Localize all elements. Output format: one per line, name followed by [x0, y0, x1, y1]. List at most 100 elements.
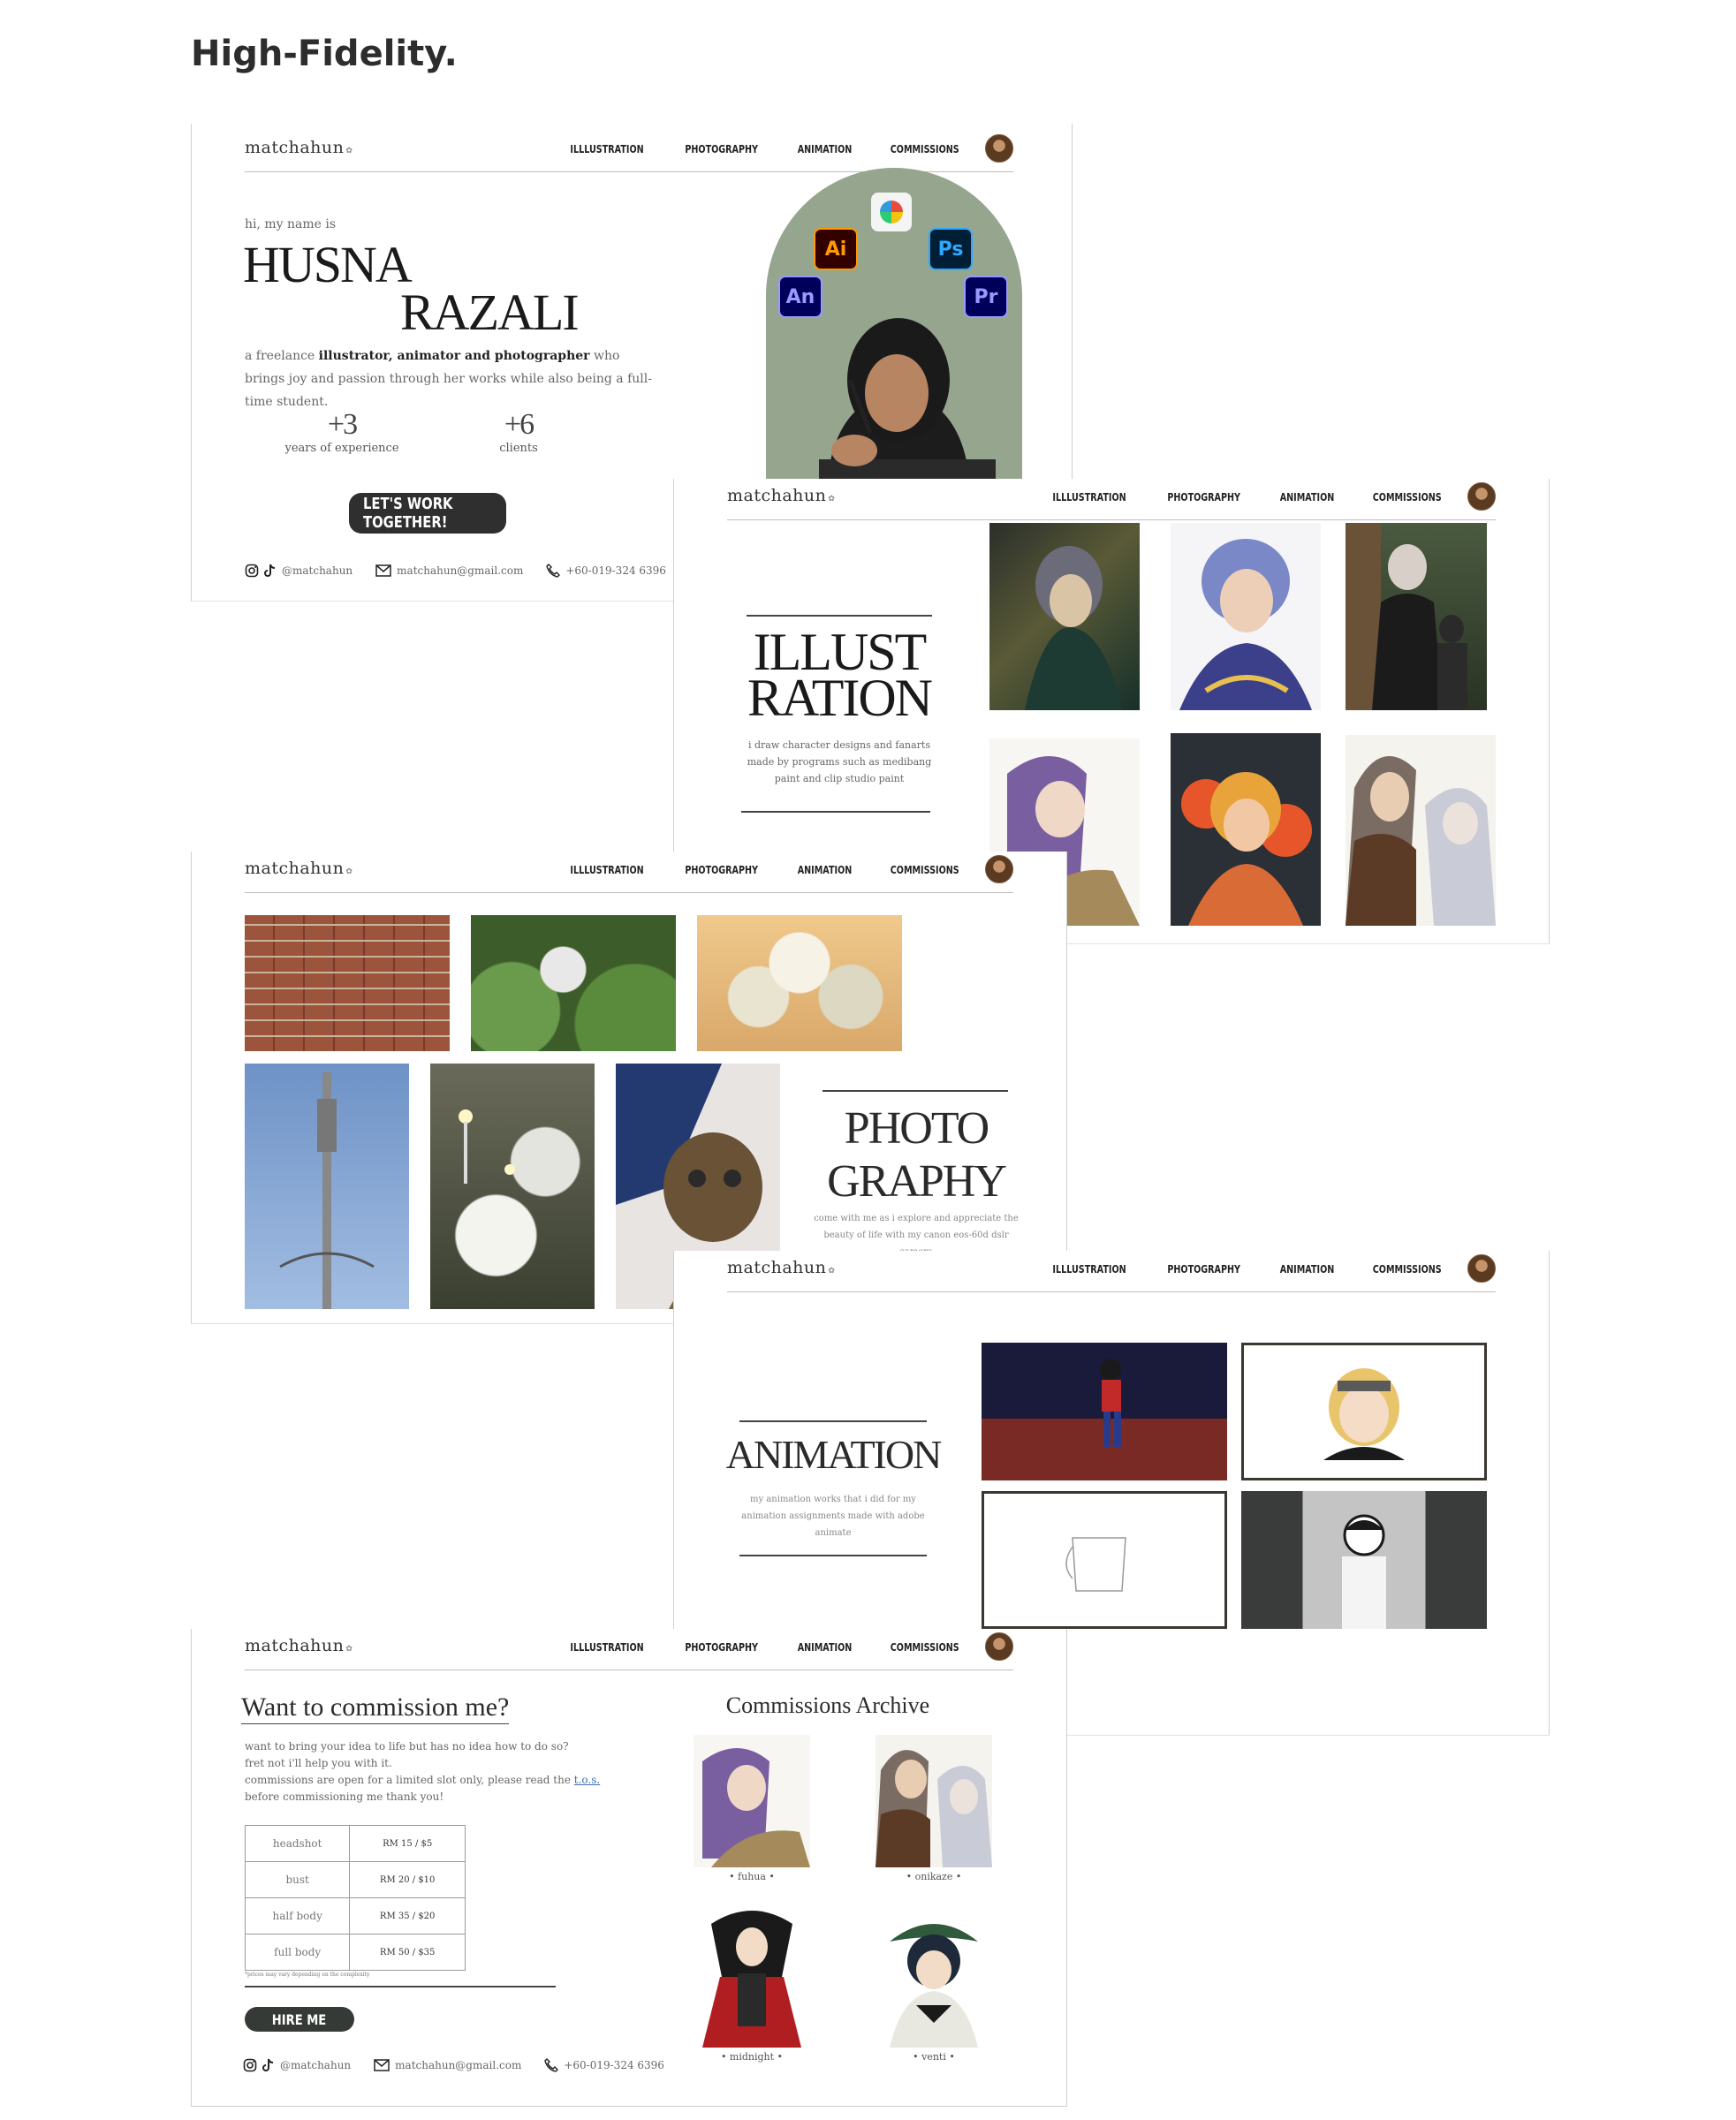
- hire-me-label: HIRE ME: [272, 2010, 327, 2028]
- commission-text: want to bring your idea to life but has …: [245, 1738, 633, 1806]
- nav-illustration[interactable]: ILLLUSTRATION: [571, 864, 644, 876]
- divider-top: [747, 615, 932, 617]
- nav-commissions[interactable]: COMMISSIONS: [890, 1641, 959, 1654]
- nav-photography[interactable]: PHOTOGRAPHY: [686, 143, 759, 155]
- contact-phone[interactable]: +60-019-324 6396: [565, 564, 666, 577]
- nav-menu: ILLLUSTRATION PHOTOGRAPHY ANIMATION COMM…: [561, 1641, 967, 1654]
- table-row: bust RM 20 / $10: [244, 1861, 466, 1898]
- nav-animation[interactable]: ANIMATION: [797, 143, 852, 155]
- nav-photography[interactable]: PHOTOGRAPHY: [686, 1641, 759, 1654]
- illustration-thumb[interactable]: [1171, 523, 1321, 710]
- nav-animation[interactable]: ANIMATION: [1279, 1263, 1334, 1276]
- avatar[interactable]: [985, 1632, 1013, 1661]
- illustration-thumb[interactable]: [989, 523, 1140, 710]
- nav-photography[interactable]: PHOTOGRAPHY: [1168, 1263, 1241, 1276]
- avatar[interactable]: [1467, 482, 1496, 511]
- nav-commissions[interactable]: COMMISSIONS: [890, 864, 959, 876]
- work-together-button[interactable]: LET'S WORK TOGETHER!: [349, 493, 506, 534]
- illustration-thumb[interactable]: [1171, 733, 1321, 926]
- photo-thumb[interactable]: [245, 915, 450, 1051]
- contact-row: @matchahun matchahun@gmail.com +60-019-3…: [245, 564, 666, 578]
- instagram-icon[interactable]: [243, 2058, 257, 2072]
- brand-logo[interactable]: matchahun: [245, 1636, 353, 1655]
- nav-illustration[interactable]: ILLLUSTRATION: [1053, 491, 1126, 504]
- animation-thumb[interactable]: [982, 1491, 1227, 1629]
- photo-thumb[interactable]: [245, 1064, 409, 1309]
- nav-animation[interactable]: ANIMATION: [1279, 491, 1334, 504]
- animate-icon: An: [778, 276, 823, 318]
- first-name: HUSNA: [243, 236, 413, 293]
- nav-animation[interactable]: ANIMATION: [797, 864, 852, 876]
- archive-thumb[interactable]: [876, 1735, 992, 1867]
- bio-bold: illustrator, animator and photographer: [318, 349, 590, 363]
- instagram-icon[interactable]: [245, 564, 259, 578]
- price-value: RM 50 / $35: [349, 1934, 466, 1971]
- illustration-thumb[interactable]: [1346, 735, 1496, 926]
- stat-clients-value: +6: [504, 408, 534, 441]
- photo-thumb[interactable]: [471, 915, 676, 1051]
- intro-text: hi, my name is: [245, 217, 337, 231]
- photo-thumb[interactable]: [697, 915, 902, 1051]
- archive-name: • onikaze •: [906, 1871, 962, 1882]
- contact-phone[interactable]: +60-019-324 6396: [564, 2059, 664, 2071]
- photo-thumb[interactable]: [430, 1064, 595, 1309]
- nav-commissions[interactable]: COMMISSIONS: [890, 143, 959, 155]
- nav-commissions[interactable]: COMMISSIONS: [1372, 491, 1441, 504]
- price-type: half body: [244, 1897, 351, 1934]
- illustration-title-line2: RATION: [747, 669, 933, 727]
- tiktok-icon[interactable]: [264, 564, 277, 578]
- contact-handle[interactable]: @matchahun: [280, 2059, 351, 2071]
- avatar[interactable]: [985, 855, 1013, 883]
- archive-name: • venti •: [913, 2051, 955, 2063]
- contact-email[interactable]: matchahun@gmail.com: [397, 564, 523, 577]
- work-together-label: LET'S WORK TOGETHER!: [363, 495, 453, 532]
- bio-text: a freelance illustrator, animator and ph…: [245, 344, 660, 413]
- avatar[interactable]: [1467, 1254, 1496, 1283]
- contact-email[interactable]: matchahun@gmail.com: [395, 2059, 521, 2071]
- divider-top: [739, 1420, 927, 1422]
- illustration-title: ILLUST RATION: [738, 625, 941, 727]
- illustration-thumb[interactable]: [1346, 523, 1487, 710]
- price-value: RM 15 / $5: [349, 1825, 466, 1862]
- photography-title-line1: PHOTO: [844, 1103, 989, 1154]
- commission-line1: want to bring your idea to life but has …: [245, 1740, 569, 1753]
- nav-illustration[interactable]: ILLLUSTRATION: [571, 143, 644, 155]
- mail-icon: [375, 564, 391, 577]
- nav-photography[interactable]: PHOTOGRAPHY: [1168, 491, 1241, 504]
- archive-thumb[interactable]: [876, 1906, 992, 2048]
- commission-line3-pre: commissions are open for a limited slot …: [245, 1774, 574, 1786]
- brand-logo[interactable]: matchahun: [245, 859, 353, 878]
- animation-thumb[interactable]: [982, 1343, 1227, 1480]
- brand-logo[interactable]: matchahun: [245, 138, 353, 157]
- brand-logo[interactable]: matchahun: [727, 486, 835, 505]
- stat-clients-label: clients: [499, 442, 538, 455]
- nav-photography[interactable]: PHOTOGRAPHY: [686, 864, 759, 876]
- nav-animation[interactable]: ANIMATION: [797, 1641, 852, 1654]
- animation-thumb[interactable]: [1241, 1343, 1487, 1480]
- stat-years-label: years of experience: [284, 442, 399, 455]
- archive-thumb[interactable]: [694, 1906, 810, 2048]
- nav-menu: ILLLUSTRATION PHOTOGRAPHY ANIMATION COMM…: [1043, 491, 1450, 504]
- tiktok-icon[interactable]: [262, 2058, 275, 2072]
- photoshop-icon: Ps: [929, 228, 973, 270]
- photography-title-line2: GRAPHY: [827, 1156, 1007, 1207]
- nav-bar: matchahun ILLLUSTRATION PHOTOGRAPHY ANIM…: [245, 853, 1013, 893]
- brand-logo[interactable]: matchahun: [727, 1258, 835, 1277]
- page-heading: High-Fidelity.: [191, 34, 458, 74]
- avatar[interactable]: [985, 134, 1013, 163]
- contact-handle[interactable]: @matchahun: [282, 564, 353, 577]
- table-row: headshot RM 15 / $5: [244, 1825, 466, 1862]
- nav-illustration[interactable]: ILLLUSTRATION: [1053, 1263, 1126, 1276]
- nav-menu: ILLLUSTRATION PHOTOGRAPHY ANIMATION COMM…: [561, 143, 967, 155]
- nav-bar: matchahun ILLLUSTRATION PHOTOGRAPHY ANIM…: [245, 1631, 1013, 1670]
- table-row: half body RM 35 / $20: [244, 1897, 466, 1934]
- animation-thumb[interactable]: [1241, 1491, 1487, 1629]
- hire-me-button[interactable]: HIRE ME: [245, 2007, 354, 2032]
- tos-link[interactable]: t.o.s.: [574, 1774, 600, 1786]
- nav-illustration[interactable]: ILLLUSTRATION: [571, 1641, 644, 1654]
- commission-line2: fret not i'll help you with it.: [245, 1757, 392, 1769]
- nav-commissions[interactable]: COMMISSIONS: [1372, 1263, 1441, 1276]
- archive-thumb[interactable]: [694, 1735, 810, 1867]
- nav-bar: matchahun ILLLUSTRATION PHOTOGRAPHY ANIM…: [727, 481, 1496, 520]
- archive-title: Commissions Archive: [725, 1692, 930, 1718]
